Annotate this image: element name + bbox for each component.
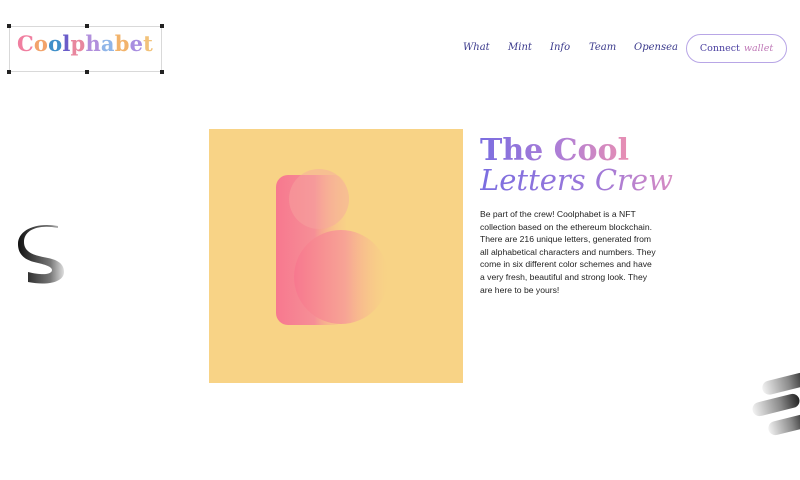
selection-handle[interactable] xyxy=(160,70,164,74)
nav-mint[interactable]: Mint xyxy=(508,42,532,53)
hero-description: Be part of the crew! Coolphabet is a NFT… xyxy=(480,209,656,295)
logo-letter: l xyxy=(62,31,71,56)
letter-b-artwork xyxy=(276,169,388,325)
logo-letter: h xyxy=(85,31,101,56)
logo-letter: e xyxy=(129,31,144,56)
connect-wallet-button[interactable]: Connect wallet xyxy=(686,34,787,63)
selection-handle[interactable] xyxy=(7,70,11,74)
logo-letter: C xyxy=(17,31,34,56)
selection-handle[interactable] xyxy=(85,70,89,74)
site-logo[interactable]: Coolphabet xyxy=(17,31,153,56)
nav-what[interactable]: What xyxy=(463,42,490,53)
logo-letter: b xyxy=(114,31,130,56)
logo-letter: a xyxy=(100,31,115,56)
logo-letter: p xyxy=(70,31,86,56)
nav-info[interactable]: Info xyxy=(550,42,570,53)
selection-handle[interactable] xyxy=(85,24,89,28)
hero-artwork xyxy=(209,129,463,383)
connect-label: Connect xyxy=(699,43,740,54)
nav-team[interactable]: Team xyxy=(589,42,616,53)
wallet-label: wallet xyxy=(743,43,774,54)
hero-title-line2: Letters Crew xyxy=(480,163,673,197)
letter-e-decoration xyxy=(752,372,800,436)
logo-letter: t xyxy=(143,31,154,56)
letter-s-decoration xyxy=(18,224,64,284)
logo-letter: o xyxy=(48,31,63,56)
nav-opensea[interactable]: Opensea xyxy=(634,42,678,53)
selection-handle[interactable] xyxy=(7,24,11,28)
selection-handle[interactable] xyxy=(160,24,164,28)
logo-letter: o xyxy=(33,31,49,56)
